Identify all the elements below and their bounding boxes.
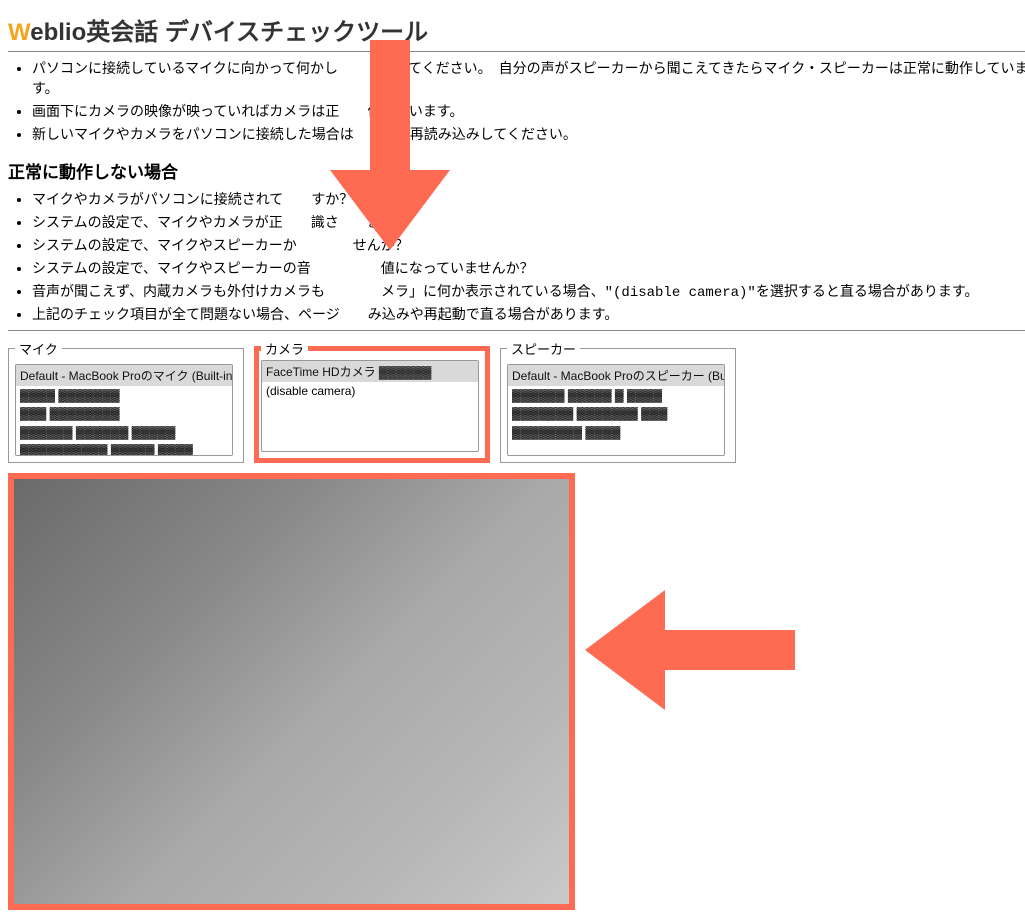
camera-option[interactable]: FaceTime HDカメラ ▓▓▓▓▓▓: [262, 361, 478, 382]
speaker-option[interactable]: ▓▓▓▓▓▓▓ ▓▓▓▓▓▓▓ ▓▓▓: [508, 404, 724, 422]
instruction-list: パソコンに接続しているマイクに向かって何かし てみてください。 自分の声がスピー…: [8, 58, 1025, 144]
divider-top: [8, 51, 1025, 52]
camera-legend: カメラ: [261, 339, 308, 358]
divider-mid: [8, 330, 1025, 331]
speaker-option[interactable]: ▓▓▓▓▓▓ ▓▓▓▓▓ ▓ ▓▓▓▓: [508, 386, 724, 404]
camera-panel: カメラ FaceTime HDカメラ ▓▓▓▓▓▓ (disable camer…: [254, 339, 490, 463]
trouble-item: マイクやカメラがパソコンに接続されて すか？: [32, 189, 1025, 209]
trouble-item: システムの設定で、マイクやスピーカーの音 値になっていませんか？: [32, 258, 1025, 278]
speaker-select[interactable]: Default - MacBook Proのスピーカー (Built-in) ▓…: [507, 364, 725, 456]
speaker-panel: スピーカー Default - MacBook Proのスピーカー (Built…: [500, 339, 736, 463]
mic-option[interactable]: Default - MacBook Proのマイク (Built-in): [16, 365, 232, 386]
trouble-item: システムの設定で、マイクやスピーカーか せんか？: [32, 235, 1025, 255]
camera-option[interactable]: (disable camera): [262, 382, 478, 400]
instruction-item: パソコンに接続しているマイクに向かって何かし てみてください。 自分の声がスピー…: [32, 58, 1025, 98]
trouble-heading: 正常に動作しない場合: [8, 158, 1025, 183]
arrow-down-icon: [320, 40, 460, 250]
mic-option[interactable]: ▓▓▓▓ ▓▓▓▓▓▓▓: [16, 386, 232, 404]
mic-select[interactable]: Default - MacBook Proのマイク (Built-in) ▓▓▓…: [15, 364, 233, 456]
mic-panel: マイク Default - MacBook Proのマイク (Built-in)…: [8, 339, 244, 463]
trouble-mono: "(disable camera)": [605, 285, 756, 301]
trouble-item: システムの設定で、マイクやカメラが正 識さ ま: [32, 212, 1025, 232]
arrow-left-icon: [585, 580, 795, 720]
instruction-item: 画面下にカメラの映像が映っていればカメラは正 作しています。: [32, 101, 1025, 121]
mic-option[interactable]: ▓▓▓▓▓▓ ▓▓▓▓▓▓ ▓▓▓▓▓: [16, 423, 232, 441]
title-first-char: W: [8, 19, 30, 46]
speaker-option[interactable]: Default - MacBook Proのスピーカー (Built-in): [508, 365, 724, 386]
trouble-text: 音声が聞こえず、内蔵カメラも外付けカメラも メラ」に何か表示されている場合、: [32, 283, 605, 299]
mic-option[interactable]: ▓▓▓▓▓▓▓▓▓▓ ▓▓▓▓▓ ▓▓▓▓: [16, 441, 232, 456]
speaker-option[interactable]: ▓▓▓▓▓▓▓▓ ▓▓▓▓: [508, 423, 724, 441]
camera-select[interactable]: FaceTime HDカメラ ▓▓▓▓▓▓ (disable camera): [261, 360, 479, 452]
trouble-list: マイクやカメラがパソコンに接続されて すか？ システムの設定で、マイクやカメラが…: [8, 189, 1025, 324]
trouble-item: 上記のチェック項目が全て問題ない場合、ページ み込みや再起動で直る場合があります…: [32, 304, 1025, 324]
page-title: Weblio英会話 デバイスチェックツール: [8, 12, 1025, 47]
instruction-item: 新しいマイクやカメラをパソコンに接続した場合は ジを再読み込みしてください。: [32, 124, 1025, 144]
trouble-item: 音声が聞こえず、内蔵カメラも外付けカメラも メラ」に何か表示されている場合、"(…: [32, 281, 1025, 301]
speaker-legend: スピーカー: [507, 339, 580, 358]
device-panels: マイク Default - MacBook Proのマイク (Built-in)…: [8, 339, 1025, 463]
camera-preview: [8, 473, 575, 910]
mic-legend: マイク: [15, 339, 62, 358]
trouble-text: を選択すると直る場合があります。: [756, 283, 979, 299]
mic-option[interactable]: ▓▓▓ ▓▓▓▓▓▓▓▓: [16, 404, 232, 422]
